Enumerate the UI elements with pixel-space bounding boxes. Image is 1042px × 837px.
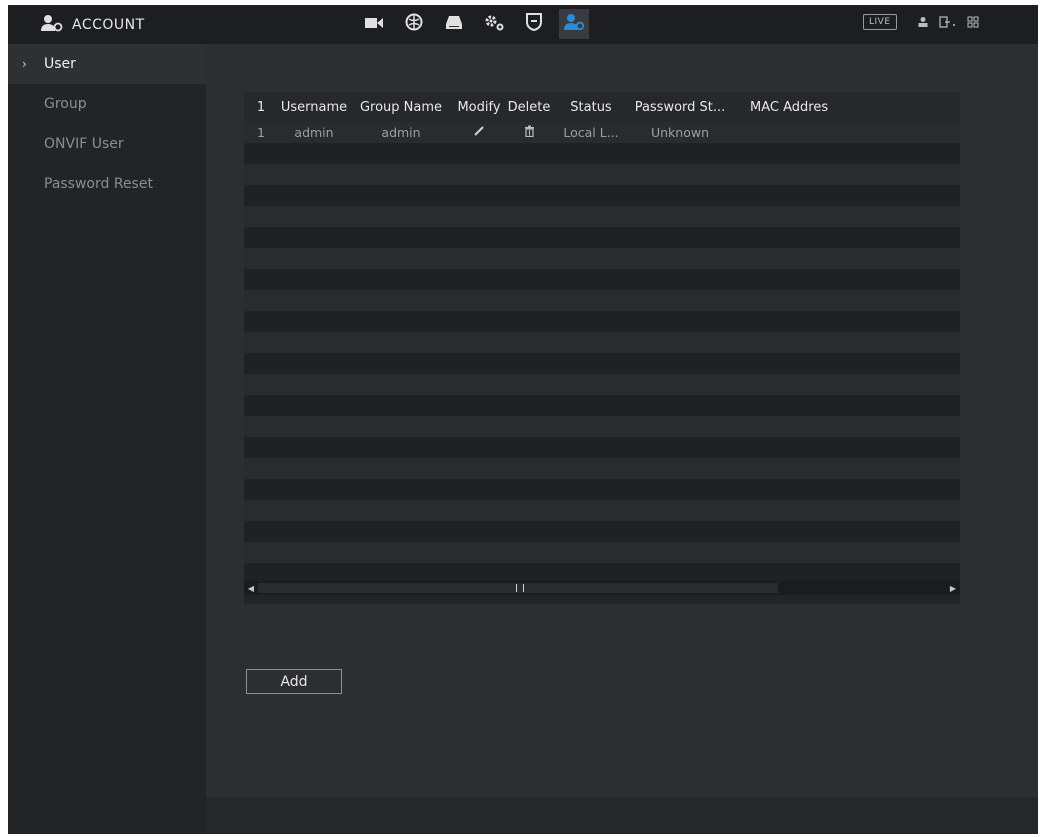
user-table: 1 Username Group Name Modify Delete Stat… [244, 92, 960, 604]
table-body: 1 admin admin Local L... Unknown [244, 122, 960, 584]
empty-row [244, 395, 960, 416]
empty-row [244, 311, 960, 332]
nav-network-button[interactable] [399, 9, 429, 39]
scroll-left-icon[interactable]: ◀ [244, 581, 258, 595]
chevron-right-icon: › [22, 57, 27, 71]
row-index: 1 [257, 125, 265, 140]
trash-icon [524, 125, 535, 140]
column-header-delete[interactable]: Delete [506, 100, 552, 115]
row-group-name: admin [381, 125, 421, 140]
account-icon [563, 13, 585, 35]
nav-account-button[interactable] [559, 9, 589, 39]
app-window: ACCOUNT LIVE › User Group ONVIF User Pas… [8, 5, 1038, 834]
nav-security-button[interactable] [519, 9, 549, 39]
sidebar-item-group[interactable]: Group [8, 84, 206, 124]
system-icon [483, 13, 505, 35]
nav-camera-button[interactable] [359, 9, 389, 39]
column-header-mac-address[interactable]: MAC Addres [730, 100, 880, 115]
row-username: admin [294, 125, 334, 140]
scroll-right-icon[interactable]: ▶ [946, 581, 960, 595]
sidebar-item-label: ONVIF User [44, 136, 124, 152]
column-header-password-strength[interactable]: Password St... [630, 100, 730, 115]
column-header-modify[interactable]: Modify [452, 100, 506, 115]
empty-row [244, 521, 960, 542]
modify-button[interactable] [452, 125, 506, 140]
security-icon [526, 13, 542, 35]
empty-row [244, 479, 960, 500]
sidebar-item-user[interactable]: › User [8, 44, 206, 84]
top-navigation [359, 9, 589, 39]
nav-storage-button[interactable] [439, 9, 469, 39]
row-status: Local L... [563, 125, 619, 140]
empty-row [244, 458, 960, 479]
empty-row [244, 164, 960, 185]
sidebar-item-onvif-user[interactable]: ONVIF User [8, 124, 206, 164]
column-header-username[interactable]: Username [278, 100, 350, 115]
main-content: 1 Username Group Name Modify Delete Stat… [206, 44, 1038, 834]
sidebar-item-label: User [44, 56, 76, 72]
horizontal-scrollbar[interactable]: ◀ ▶ [244, 581, 960, 595]
camera-icon [364, 15, 384, 34]
empty-row [244, 437, 960, 458]
empty-row [244, 500, 960, 521]
empty-row [244, 143, 960, 164]
add-user-button[interactable]: Add [246, 669, 342, 694]
empty-row [244, 248, 960, 269]
sidebar-item-label: Password Reset [44, 176, 153, 192]
sidebar-item-password-reset[interactable]: Password Reset [8, 164, 206, 204]
grid-icon[interactable] [967, 16, 979, 28]
empty-row [244, 332, 960, 353]
page-title: ACCOUNT [72, 17, 145, 33]
nav-system-button[interactable] [479, 9, 509, 39]
empty-row [244, 416, 960, 437]
top-right-controls: LIVE [863, 14, 979, 30]
top-bar: ACCOUNT LIVE [8, 5, 1038, 44]
column-header-group-name[interactable]: Group Name [350, 100, 452, 115]
delete-button[interactable] [506, 125, 552, 140]
sidebar: › User Group ONVIF User Password Reset [8, 44, 206, 834]
live-button[interactable]: LIVE [863, 14, 897, 30]
storage-icon [445, 14, 463, 34]
logout-icon[interactable] [938, 16, 957, 28]
empty-row [244, 353, 960, 374]
empty-row [244, 290, 960, 311]
empty-row [244, 374, 960, 395]
empty-row [244, 542, 960, 563]
user-icon[interactable] [917, 16, 929, 28]
column-header-index[interactable]: 1 [244, 100, 278, 115]
bottom-bar [206, 797, 1038, 834]
grip-icon [516, 584, 524, 592]
empty-row [244, 206, 960, 227]
table-row[interactable]: 1 admin admin Local L... Unknown [244, 122, 960, 143]
empty-row [244, 227, 960, 248]
empty-row [244, 269, 960, 290]
pencil-icon [473, 125, 485, 140]
empty-row [244, 185, 960, 206]
scrollbar-thumb[interactable] [258, 583, 778, 593]
sidebar-item-label: Group [44, 96, 87, 112]
network-icon [405, 13, 423, 35]
table-header: 1 Username Group Name Modify Delete Stat… [244, 92, 960, 122]
row-password-strength: Unknown [650, 125, 710, 140]
account-icon [40, 14, 64, 36]
brand: ACCOUNT [40, 14, 145, 36]
column-header-status[interactable]: Status [552, 100, 630, 115]
